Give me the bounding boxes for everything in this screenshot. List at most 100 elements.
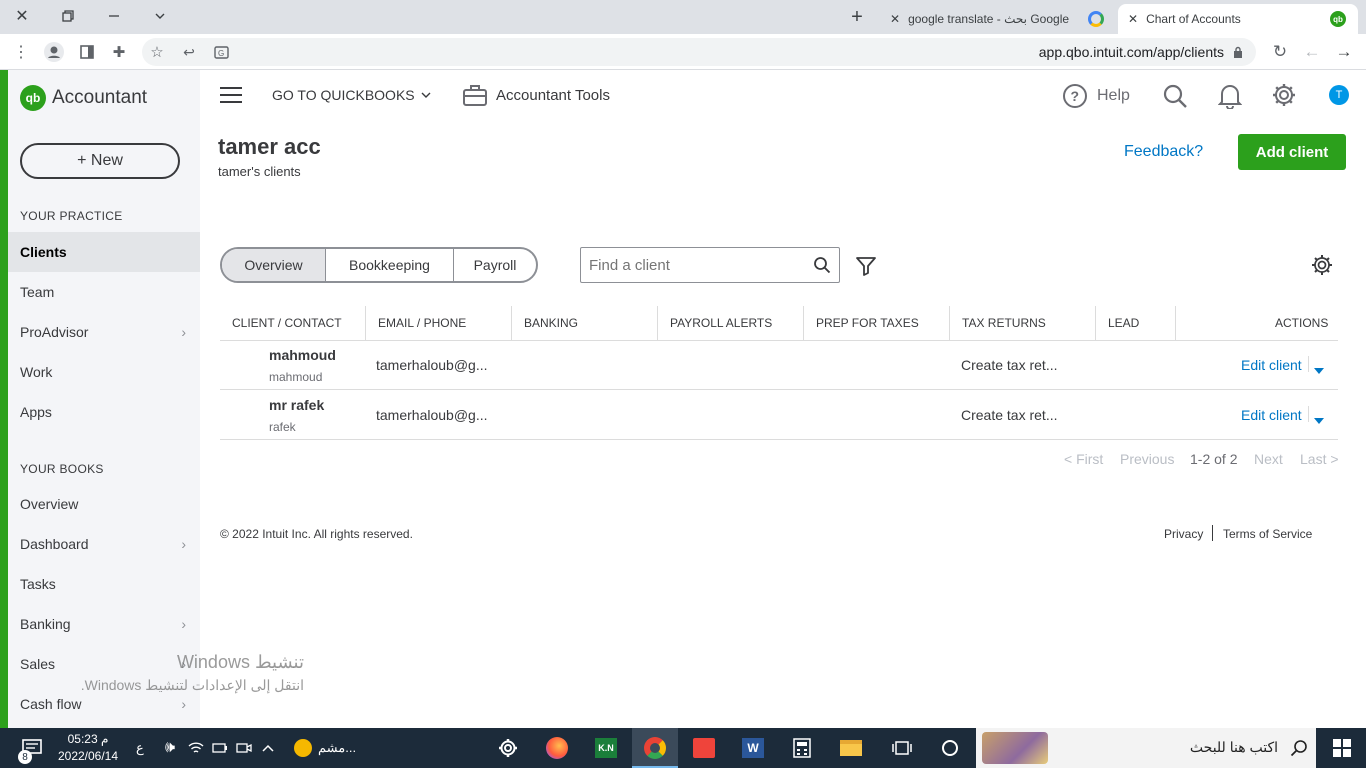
share-icon[interactable]: ↩	[180, 43, 198, 61]
client-email[interactable]: tamerhaloub@g...	[376, 357, 488, 373]
edit-client-link[interactable]: Edit client	[1241, 407, 1302, 423]
feedback-link[interactable]: Feedback?	[1124, 143, 1203, 161]
pagination-next[interactable]: Next	[1254, 451, 1283, 467]
clock-time[interactable]: 05:23 م	[56, 732, 120, 746]
show-hidden-icons-chevron[interactable]	[254, 734, 282, 762]
volume-icon[interactable]: 🕪	[156, 734, 184, 762]
windows-start-icon[interactable]	[1328, 734, 1356, 762]
sidebar-item-proadvisor[interactable]: ProAdvisor ›	[8, 312, 200, 352]
knowledge-app-icon[interactable]: K.N	[592, 734, 620, 762]
keyboard-language[interactable]: ع	[136, 740, 144, 756]
close-tab-icon[interactable]: ✕	[1128, 12, 1138, 26]
cortana-icon[interactable]	[936, 734, 964, 762]
forward-icon[interactable]: ←	[1302, 42, 1322, 62]
sidebar-item-work[interactable]: Work	[8, 352, 200, 392]
table-settings-gear-icon[interactable]	[1311, 254, 1333, 281]
client-name-link[interactable]: mahmoud	[269, 347, 336, 363]
privacy-link[interactable]: Privacy	[1164, 527, 1203, 541]
column-divider	[511, 306, 512, 340]
column-header-email[interactable]: EMAIL / PHONE	[378, 316, 466, 330]
back-icon[interactable]: →	[1334, 42, 1354, 62]
chrome-app-icon	[644, 737, 666, 759]
find-client-input[interactable]	[589, 254, 803, 276]
go-to-quickbooks-dropdown[interactable]: GO TO QUICKBOOKS	[272, 87, 431, 103]
sidebar-item-team[interactable]: Team	[8, 272, 200, 312]
help-button[interactable]: ? Help	[1062, 83, 1130, 109]
column-header-payroll-alerts[interactable]: PAYROLL ALERTS	[670, 316, 772, 330]
sidebar-item-clients[interactable]: Clients	[8, 232, 200, 272]
translate-page-icon[interactable]: G	[212, 43, 230, 61]
side-panel-icon[interactable]	[78, 43, 96, 61]
browser-menu-icon[interactable]: ⋮	[12, 43, 30, 61]
taskbar-search-box[interactable]: اكتب هنا للبحث	[976, 728, 1316, 768]
word-app-icon[interactable]: W	[739, 734, 767, 762]
sidebar-item-apps[interactable]: Apps	[8, 392, 200, 432]
column-header-client[interactable]: CLIENT / CONTACT	[232, 316, 342, 330]
notifications-bell-icon[interactable]	[1217, 83, 1243, 114]
tab-google-translate[interactable]: ✕ google translate - بحث Google	[880, 4, 1116, 34]
pinned-window-label[interactable]: مشم...	[318, 740, 356, 756]
calculator-app-icon[interactable]	[788, 734, 816, 762]
create-tax-return-link[interactable]: Create tax ret...	[961, 407, 1057, 423]
close-window-icon[interactable]: ✕	[12, 6, 32, 26]
pagination-previous[interactable]: Previous	[1120, 451, 1174, 467]
reload-icon[interactable]: ↻	[1270, 42, 1290, 62]
settings-gear-icon[interactable]	[1271, 82, 1297, 113]
edit-client-link[interactable]: Edit client	[1241, 357, 1302, 373]
create-tax-return-link[interactable]: Create tax ret...	[961, 357, 1057, 373]
top-nav: GO TO QUICKBOOKS Accountant Tools ? Help…	[200, 70, 1366, 122]
sidebar-item-banking[interactable]: Banking ›	[8, 604, 200, 644]
tab-bookkeeping[interactable]: Bookkeeping	[326, 249, 454, 281]
help-label: Help	[1097, 87, 1130, 104]
pagination-last[interactable]: Last >	[1300, 451, 1339, 467]
sidebar-item-overview[interactable]: Overview	[8, 484, 200, 524]
extensions-icon[interactable]: ✚	[110, 43, 128, 61]
hamburger-menu-icon[interactable]	[220, 86, 242, 104]
file-explorer-app-icon[interactable]	[837, 734, 865, 762]
accountant-tools-button[interactable]: Accountant Tools	[462, 83, 610, 107]
new-button[interactable]: + New	[20, 143, 180, 179]
search-icon[interactable]	[1162, 83, 1188, 114]
close-tab-icon[interactable]: ✕	[890, 12, 900, 26]
sidebar-item-dashboard[interactable]: Dashboard ›	[8, 524, 200, 564]
settings-app-icon[interactable]	[494, 734, 522, 762]
tab-overview[interactable]: Overview	[222, 249, 326, 281]
notification-count-badge: 8	[18, 750, 32, 764]
pagination-first[interactable]: < First	[1064, 451, 1103, 467]
avatar[interactable]: T	[1329, 85, 1349, 105]
column-header-prep-for-taxes[interactable]: PREP FOR TAXES	[816, 316, 919, 330]
bookmark-star-icon[interactable]: ☆	[148, 43, 166, 61]
omnibox[interactable]: ☆ ↩ G app.qbo.intuit.com/app/clients	[142, 38, 1256, 66]
tab-chart-of-accounts[interactable]: ✕ Chart of Accounts qb	[1118, 4, 1358, 34]
filter-funnel-icon[interactable]	[855, 255, 877, 282]
tab-search-chevron-icon[interactable]	[150, 6, 170, 26]
clock-date[interactable]: 2022/06/14	[54, 749, 122, 763]
column-header-tax-returns[interactable]: TAX RETURNS	[962, 316, 1046, 330]
add-client-button[interactable]: Add client	[1238, 134, 1346, 170]
column-header-banking[interactable]: BANKING	[524, 316, 578, 330]
lock-icon[interactable]	[1232, 45, 1244, 59]
tab-payroll[interactable]: Payroll	[454, 249, 536, 281]
sidebar-item-tasks[interactable]: Tasks	[8, 564, 200, 604]
profile-icon[interactable]	[44, 42, 64, 62]
actions-dropdown-icon[interactable]	[1314, 362, 1324, 380]
sidebar-item-label: Tasks	[20, 576, 56, 592]
brand-name: Accountant	[52, 87, 148, 108]
url-text[interactable]: app.qbo.intuit.com/app/clients	[1039, 44, 1224, 60]
search-icon[interactable]	[813, 256, 831, 279]
terms-link[interactable]: Terms of Service	[1223, 527, 1312, 541]
actions-dropdown-icon[interactable]	[1314, 412, 1324, 430]
weather-sun-icon[interactable]	[294, 739, 312, 757]
restore-window-icon[interactable]	[58, 6, 78, 26]
new-tab-icon[interactable]: +	[846, 6, 868, 28]
client-email[interactable]: tamerhaloub@g...	[376, 407, 488, 423]
column-header-lead[interactable]: LEAD	[1108, 316, 1139, 330]
firefox-app-icon[interactable]	[543, 734, 571, 762]
chrome-app-active[interactable]	[632, 728, 678, 768]
brand-logo[interactable]: qb Accountant	[20, 85, 147, 111]
client-name-link[interactable]: mr rafek	[269, 397, 324, 413]
task-view-icon[interactable]	[888, 734, 916, 762]
minimize-window-icon[interactable]	[104, 6, 124, 26]
anydesk-app-icon[interactable]	[690, 734, 718, 762]
chevron-right-icon: ›	[181, 324, 186, 340]
